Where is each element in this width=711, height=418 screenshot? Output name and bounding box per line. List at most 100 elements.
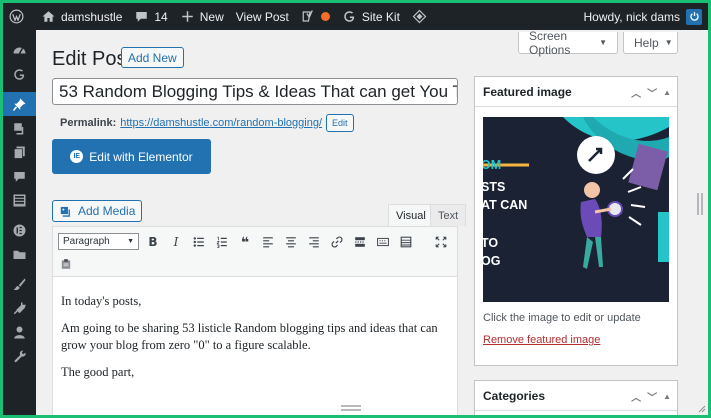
menu-media[interactable] — [3, 116, 36, 140]
tab-visual[interactable]: Visual — [388, 204, 434, 227]
featured-image-title: Featured image — [483, 84, 572, 99]
align-center-icon — [286, 237, 296, 248]
add-new-button[interactable]: Add New — [121, 47, 184, 68]
permalink-row: Permalink: https://damshustle.com/random… — [60, 114, 354, 132]
permalink-url[interactable]: https://damshustle.com/random-blogging/ — [120, 117, 322, 129]
menu-appearance[interactable] — [3, 272, 36, 296]
menu-tools[interactable] — [3, 344, 36, 368]
comments-link[interactable]: 14 — [128, 3, 173, 30]
menu-list[interactable] — [3, 188, 36, 212]
featured-image-illustration: OM STS AT CAN TO OG — [483, 117, 669, 302]
plus-icon — [181, 11, 193, 22]
bold-button[interactable]: B — [143, 232, 163, 252]
avatar — [686, 8, 702, 25]
numbered-list-button[interactable] — [212, 232, 232, 252]
tab-text[interactable]: Text — [430, 204, 467, 226]
remove-featured-image-link[interactable]: Remove featured image — [483, 334, 600, 346]
power-icon — [689, 12, 699, 21]
editor-toolbar: Paragraph ▼ B I ❝ — [53, 227, 457, 277]
media-icon — [14, 122, 24, 134]
help-button[interactable]: Help ▼ — [623, 32, 678, 54]
google-g-icon — [344, 11, 355, 22]
edit-with-elementor-button[interactable]: IE Edit with Elementor — [52, 139, 211, 174]
move-down-icon[interactable]: ﹀ — [647, 85, 657, 100]
yoast-seo-menu[interactable] — [295, 3, 336, 30]
help-label: Help — [634, 35, 659, 50]
insert-link-button[interactable] — [327, 232, 347, 252]
admin-bar: damshustle 14 New View Post Site Kit How… — [3, 3, 708, 30]
editor-content[interactable]: In today's posts, Am going to be sharing… — [61, 293, 453, 391]
read-more-button[interactable] — [350, 232, 370, 252]
screen-options-button[interactable]: Screen Options ▼ — [518, 29, 618, 57]
keyboard-button[interactable] — [373, 232, 393, 252]
admin-side-menu — [3, 30, 36, 415]
image-text-line: OM — [483, 158, 501, 172]
window-resize-corner-icon[interactable] — [698, 405, 706, 413]
dashboard-gauge-icon — [13, 47, 26, 54]
menu-site-kit[interactable] — [3, 62, 36, 86]
menu-dashboard[interactable] — [3, 38, 36, 62]
align-left-button[interactable] — [258, 232, 278, 252]
menu-comments[interactable] — [3, 164, 36, 188]
italic-button[interactable]: I — [166, 232, 186, 252]
image-text-line: AT CAN — [483, 198, 527, 212]
user-icon — [14, 326, 25, 338]
home-icon — [42, 11, 55, 22]
site-kit-menu[interactable]: Site Kit — [336, 3, 406, 30]
new-content-link[interactable]: New — [174, 3, 230, 30]
featured-image-header[interactable]: Featured image ︿ ﹀ ▲ — [475, 77, 677, 107]
categories-title: Categories — [483, 388, 546, 403]
italic-glyph: I — [173, 235, 179, 249]
caret-down-icon: ▼ — [127, 238, 134, 245]
bullet-list-button[interactable] — [189, 232, 209, 252]
image-text-line: STS — [483, 180, 505, 194]
edit-with-elementor-label: Edit with Elementor — [89, 149, 193, 164]
screenshot-frame: damshustle 14 New View Post Site Kit How… — [0, 0, 711, 418]
add-media-button[interactable]: Add Media — [52, 200, 143, 222]
toolbar-toggle-icon — [400, 236, 412, 248]
move-down-icon[interactable]: ﹀ — [647, 389, 657, 404]
link-icon — [331, 236, 343, 248]
align-center-button[interactable] — [281, 232, 301, 252]
collapse-toggle-icon[interactable]: ▲ — [663, 392, 671, 401]
plugin-icon — [13, 302, 26, 314]
box-controls: ︿ ﹀ ▲ — [631, 381, 671, 411]
my-account-menu[interactable]: Howdy, nick dams — [578, 3, 708, 30]
menu-pages[interactable] — [3, 140, 36, 164]
post-title-input[interactable]: 53 Random Blogging Tips & Ideas That can… — [52, 78, 458, 105]
image-text-line: OG — [483, 254, 500, 268]
menu-plugins[interactable] — [3, 296, 36, 320]
move-up-icon[interactable]: ︿ — [631, 85, 641, 100]
resize-grip-icon[interactable] — [697, 193, 703, 215]
menu-posts[interactable] — [3, 92, 36, 116]
paste-text-button[interactable] — [56, 254, 76, 274]
content-paragraph: Am going to be sharing 53 listicle Rando… — [61, 321, 438, 352]
google-g-icon — [14, 68, 25, 80]
wordpress-logo-icon[interactable] — [3, 3, 35, 30]
menu-users[interactable] — [3, 320, 36, 344]
clipboard-icon — [61, 259, 71, 269]
box-controls: ︿ ﹀ ▲ — [631, 77, 671, 107]
numbered-list-icon — [216, 236, 227, 248]
editor-resize-handle-icon[interactable] — [341, 405, 361, 411]
site-name-link[interactable]: damshustle — [35, 3, 128, 30]
view-post-link[interactable]: View Post — [230, 3, 295, 30]
collapse-toggle-icon[interactable]: ▲ — [663, 88, 671, 97]
yoast-icon — [302, 10, 313, 22]
align-left-icon — [263, 237, 273, 248]
toolbar-toggle-button[interactable] — [396, 232, 416, 252]
blockquote-button[interactable]: ❝ — [235, 232, 255, 252]
menu-templates[interactable] — [3, 242, 36, 266]
content-paragraph: In today's posts, — [61, 294, 142, 308]
fullscreen-button[interactable] — [431, 232, 451, 252]
align-right-button[interactable] — [304, 232, 324, 252]
list-table-icon — [13, 194, 26, 206]
format-select[interactable]: Paragraph ▼ — [58, 233, 139, 250]
caret-down-icon: ▼ — [599, 38, 607, 47]
categories-header[interactable]: Categories ︿ ﹀ ▲ — [475, 381, 677, 411]
move-up-icon[interactable]: ︿ — [631, 389, 641, 404]
diamond-plugin-menu[interactable] — [406, 3, 438, 30]
menu-elementor[interactable] — [3, 218, 36, 242]
edit-permalink-button[interactable]: Edit — [326, 114, 354, 132]
featured-image-thumbnail[interactable]: OM STS AT CAN TO OG — [483, 117, 669, 302]
